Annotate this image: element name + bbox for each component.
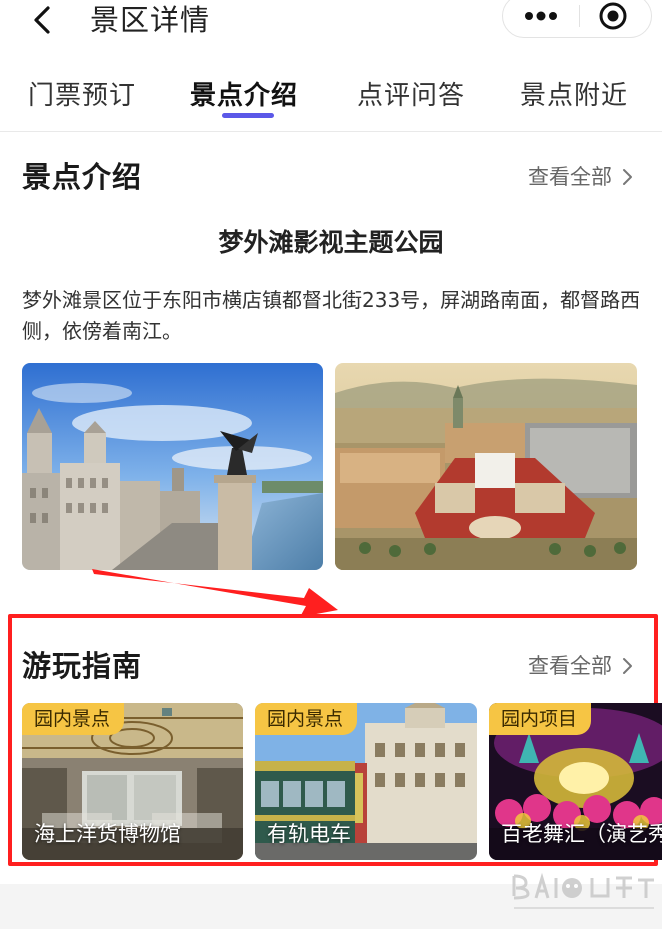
- card-badge-tram: 园内景点: [255, 703, 358, 735]
- guide-section-title: 游玩指南: [22, 649, 143, 683]
- more-dots-icon[interactable]: [519, 3, 563, 29]
- attraction-name: 梦外滩影视主题公园: [218, 228, 444, 257]
- top-navigation-bar: 景区详情: [0, 0, 662, 56]
- attraction-photo-waterfront[interactable]: [22, 363, 323, 570]
- tab-bar: 门票预订 景点介绍 点评问答 景点附近: [0, 60, 662, 132]
- baidu-jingyan-watermark: [512, 872, 654, 909]
- card-label-tram: 有轨电车: [267, 822, 351, 846]
- chevron-right-icon: [623, 169, 632, 185]
- tab-reviews-qa[interactable]: 点评问答: [357, 78, 465, 114]
- back-chevron-icon[interactable]: [22, 2, 62, 42]
- intro-see-all-link[interactable]: 查看全部: [528, 162, 634, 192]
- guide-card-tram[interactable]: 园内景点 有轨电车: [255, 703, 477, 860]
- active-tab-indicator: [222, 113, 274, 118]
- target-circle-icon[interactable]: [597, 0, 629, 32]
- guide-see-all-label: 查看全部: [528, 654, 612, 678]
- tab-attraction-intro[interactable]: 景点介绍: [190, 78, 298, 114]
- tab-ticket-booking[interactable]: 门票预订: [28, 78, 136, 114]
- intro-see-all-label: 查看全部: [528, 165, 612, 189]
- mini-program-capsule: [502, 0, 652, 38]
- card-badge-show: 园内项目: [489, 703, 592, 735]
- guide-see-all-link[interactable]: 查看全部: [528, 651, 634, 681]
- intro-section-title: 景点介绍: [22, 160, 143, 194]
- page-title: 景区详情: [90, 3, 211, 37]
- chevron-right-icon: [623, 658, 632, 674]
- guide-card-museum[interactable]: 园内景点 海上洋货博物馆: [22, 703, 243, 860]
- card-badge-museum: 园内景点: [22, 703, 125, 735]
- card-label-show: 百老舞汇（演艺秀: [501, 822, 662, 846]
- attraction-description: 梦外滩景区位于东阳市横店镇都督北街233号，屏湖路南面，都督路西侧，依傍着南江。: [22, 288, 641, 343]
- attraction-photo-aerial[interactable]: [335, 363, 637, 570]
- tab-nearby[interactable]: 景点附近: [520, 78, 628, 114]
- guide-card-show[interactable]: 园内项目 百老舞汇（演艺秀: [489, 703, 662, 860]
- card-label-museum: 海上洋货博物馆: [34, 822, 181, 846]
- capsule-divider: [579, 5, 580, 27]
